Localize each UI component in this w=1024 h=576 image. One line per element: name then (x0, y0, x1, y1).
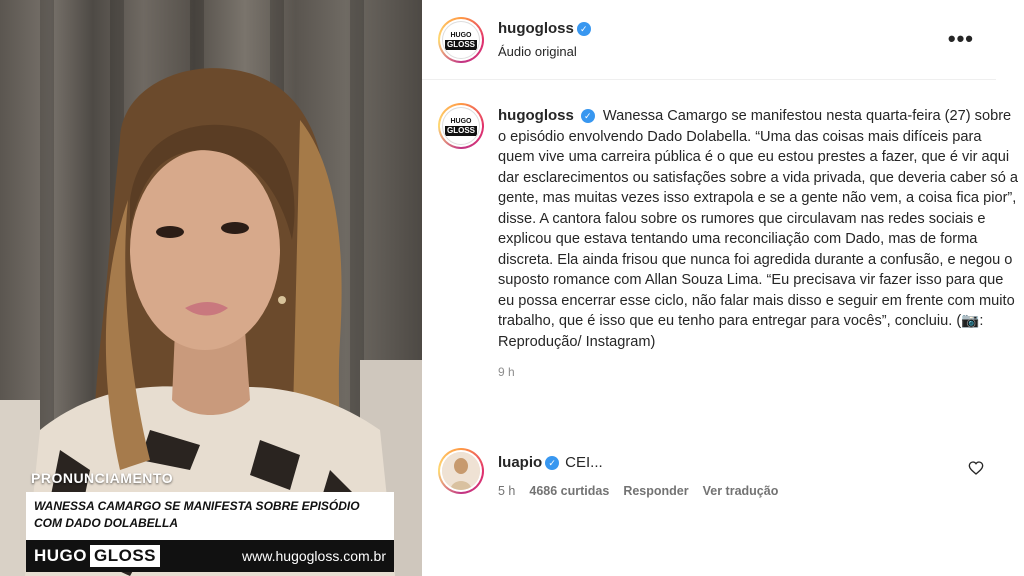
caption-text: Wanessa Camargo se manifestou nesta quar… (498, 108, 1018, 350)
author-username[interactable]: hugogloss (498, 20, 574, 37)
logo-hugo-text: HUGO (34, 546, 87, 565)
site-url: www.hugogloss.com.br (242, 548, 386, 564)
verified-badge-icon: ✓ (580, 109, 595, 124)
logo-gloss-text: GLOSS (90, 545, 161, 567)
comment-likes[interactable]: 4686 curtidas (529, 484, 609, 498)
caption-username[interactable]: hugogloss (498, 107, 574, 124)
video-footer-bar: HUGO GLOSS www.hugogloss.com.br (26, 540, 394, 572)
comment-username[interactable]: luapio (498, 454, 542, 471)
post-caption: hugogloss ✓ Wanessa Camargo se manifestou… (498, 106, 1018, 383)
original-audio-link[interactable]: Áudio original (498, 44, 577, 59)
commenter-avatar[interactable] (438, 448, 484, 494)
reply-button[interactable]: Responder (623, 484, 688, 498)
more-options-button[interactable]: ••• (948, 26, 974, 52)
caption-time: 9 h (498, 365, 515, 379)
author-avatar[interactable]: HUGO GLOSS (438, 17, 484, 63)
video-headline-box: WANESSA CAMARGO SE MANIFESTA SOBRE EPISÓ… (26, 492, 394, 540)
verified-badge-icon: ✓ (545, 456, 560, 471)
video-panel[interactable]: PRONUNCIAMENTO WANESSA CAMARGO SE MANIFE… (0, 0, 422, 576)
comment-time: 5 h (498, 484, 516, 498)
heart-icon[interactable] (968, 460, 984, 476)
presenter-image (0, 68, 422, 576)
hugogloss-logo: HUGO GLOSS (34, 545, 161, 567)
post-header: HUGO GLOSS hugogloss ✓ Áudio original ••• (422, 0, 996, 80)
comment-text: CEI... (565, 454, 603, 471)
video-tag: PRONUNCIAMENTO (31, 470, 174, 486)
see-translation-button[interactable]: Ver tradução (703, 484, 779, 498)
commenter-photo-icon (442, 452, 480, 490)
comment: luapio ✓ CEI... (498, 454, 603, 471)
post-panel: HUGO GLOSS hugogloss ✓ Áudio original •••… (422, 0, 1024, 576)
caption-avatar[interactable]: HUGO GLOSS (438, 103, 484, 149)
video-headline: WANESSA CAMARGO SE MANIFESTA SOBRE EPISÓ… (34, 499, 360, 530)
comment-meta: 5 h 4686 curtidas Responder Ver tradução (498, 484, 778, 498)
verified-badge-icon: ✓ (576, 21, 591, 36)
